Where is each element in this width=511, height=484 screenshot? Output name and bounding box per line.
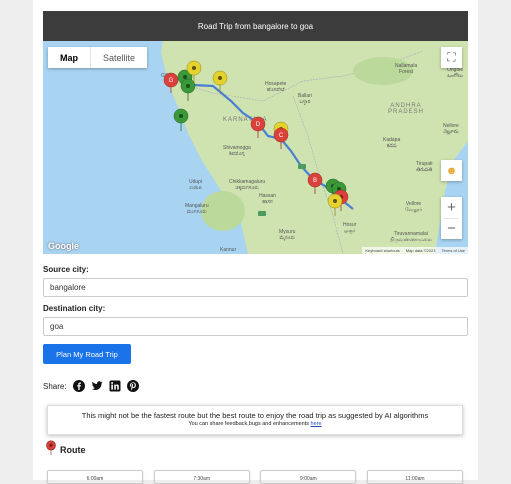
zoom-in-icon[interactable]: + [441,197,462,218]
place-label: Nallamala Forest [395,63,418,75]
page-title: Road Trip from bangalore to goa [43,11,468,41]
source-input[interactable]: bangalore [43,278,468,297]
place-label: Hosur ஓசூர் [343,222,357,234]
place-label: Udupi ಉಡುಪಿ [189,179,203,191]
map-view-button[interactable]: Map [48,47,90,68]
google-logo: Google [48,241,79,251]
pinterest-icon[interactable] [126,380,139,392]
zoom-out-icon[interactable]: − [441,219,462,240]
map-type-control: Map Satellite [48,47,148,68]
time-card[interactable]: 7:30am [153,470,250,484]
notice-text: This might not be the fastest route but … [81,411,429,420]
route-map[interactable]: GOA Hosapete ಹೊಸಪೇಟೆ Ballari ಬಳ್ಳಾರಿ Nalla… [43,41,468,254]
destination-label: Destination city: [43,304,106,313]
time-card[interactable]: 6:00am [47,470,143,484]
share-label: Share: [43,381,67,391]
satellite-view-button[interactable]: Satellite [90,47,147,68]
place-label: Chikkamagaluru ಚಿಕ್ಕಮಗಳೂರು [229,179,266,191]
zoom-control: + − [441,197,462,239]
facebook-icon[interactable] [72,380,85,392]
place-label: Ongole ఒంగోలు [447,67,464,79]
route-title: Route [60,445,86,455]
share-bar: Share: [43,380,139,392]
feedback-link[interactable]: here [311,421,322,427]
place-label: Shivamogga ಶಿವಮೊಗ್ಗ [223,145,251,157]
time-card[interactable]: 11:00am [366,470,463,484]
route-heading: Route [46,440,86,456]
place-label: ANDHRA PRADESH [388,103,425,115]
place-label: Tirupati తిరుపతి [416,161,433,173]
place-label: GOA [161,73,173,79]
place-label: KARNATAKA [223,117,268,123]
place-label: Mysuru ಮೈಸೂರು [279,229,296,241]
place-label: Mangaluru ಮಂಗಳೂರು [185,203,209,215]
route-timeline: 6:00am 7:30am 9:00am 11:00am [47,470,463,484]
linkedin-icon[interactable] [109,380,121,392]
pegman-icon[interactable]: ☻ [441,160,462,181]
map-attribution: Keyboard shortcuts Map data ©2023 Terms … [362,247,468,254]
place-label: Ballari ಬಳ್ಳಾರಿ [298,93,312,105]
place-label: Nellore నెల్లూరు [443,123,459,135]
feedback-prefix: You can share feedback,bugs and enhancem… [188,421,311,427]
place-label: Tiruvannamalai திருவண்ணாமலை [390,231,432,243]
place-label: Hassan ಹಾಸನ [259,193,276,205]
place-label: Vellore வேலூர் [405,201,423,213]
destination-input[interactable]: goa [43,317,468,336]
feedback-text: You can share feedback,bugs and enhancem… [48,421,462,427]
place-label: Kadapa కడప [383,137,401,149]
map-data-text: Map data ©2023 [405,248,436,253]
map-pin-icon [46,440,56,455]
ai-notice-box: This might not be the fastest route but … [47,405,463,435]
terms-link[interactable]: Terms of Use [441,248,465,253]
fullscreen-icon[interactable]: ⛶ [441,47,462,68]
time-card[interactable]: 9:00am [260,470,357,484]
source-label: Source city: [43,265,89,274]
place-label: Kannur [220,247,237,253]
keyboard-shortcuts-link[interactable]: Keyboard shortcuts [365,248,399,253]
twitter-icon[interactable] [91,380,103,392]
plan-trip-button[interactable]: Plan My Road Trip [43,344,131,364]
place-label: Hosapete ಹೊಸಪೇಟೆ [265,81,287,93]
